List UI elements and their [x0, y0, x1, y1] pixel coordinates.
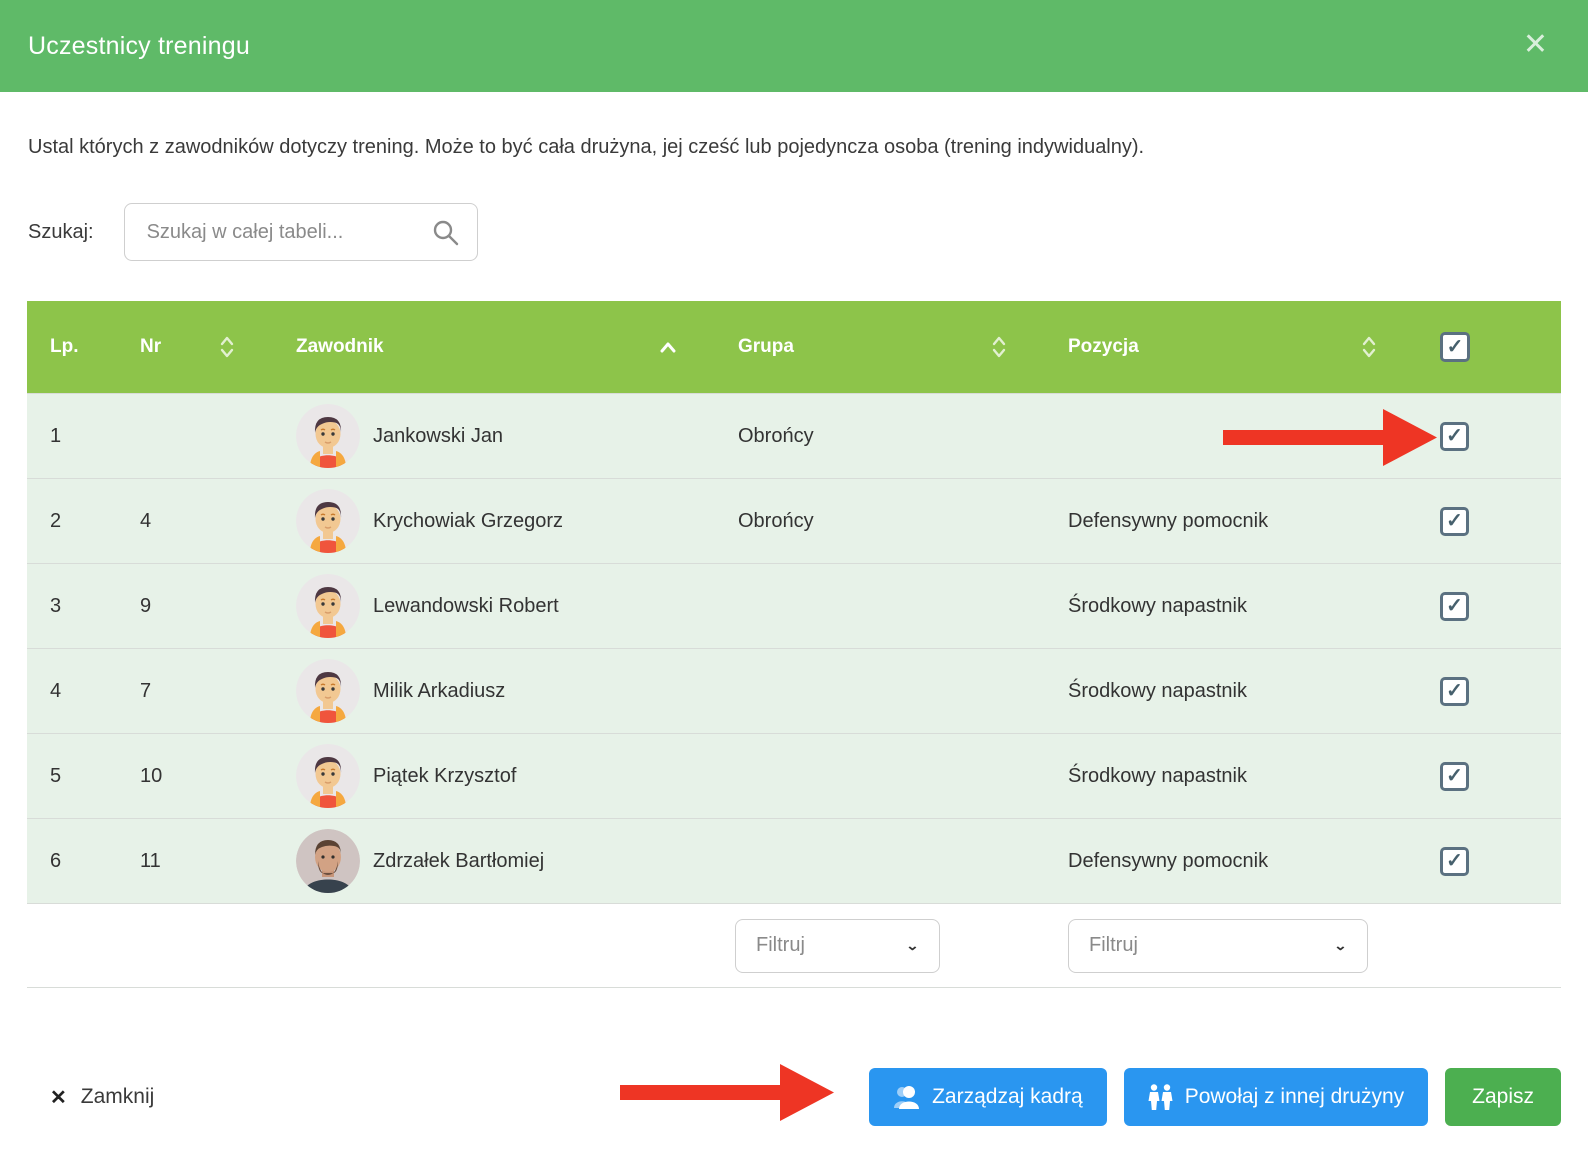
player-avatar — [296, 659, 360, 723]
table-row: 4 7 Milik Arkadiusz Środkowy napastnik — [27, 648, 1561, 733]
row-check-cell — [1410, 762, 1561, 791]
row-check-cell — [1410, 677, 1561, 706]
call-up-button[interactable]: Powołaj z innej drużyny — [1124, 1068, 1428, 1126]
row-checkbox[interactable] — [1440, 422, 1469, 451]
player-cell: Jankowski Jan — [268, 404, 710, 468]
save-label: Zapisz — [1472, 1085, 1534, 1109]
search-input[interactable] — [125, 204, 477, 260]
row-nr: 9 — [117, 595, 268, 618]
player-name: Lewandowski Robert — [373, 595, 559, 618]
table-row: 1 Jankowski Jan Obrońcy — [27, 393, 1561, 478]
row-nr: 10 — [117, 765, 268, 788]
group-filter-dropdown[interactable]: Filtruj ⌄ — [735, 919, 940, 973]
player-cell: Lewandowski Robert — [268, 574, 710, 638]
select-all-checkbox[interactable] — [1440, 332, 1470, 362]
sort-icon[interactable] — [220, 336, 268, 358]
sort-ascending-icon[interactable] — [660, 342, 710, 353]
row-check-cell — [1410, 592, 1561, 621]
table-row: 6 11 Zdrzałek Bartłomiej Defensywny pomo… — [27, 818, 1561, 903]
search-box — [124, 203, 478, 261]
player-avatar — [296, 489, 360, 553]
call-up-label: Powołaj z innej drużyny — [1185, 1085, 1404, 1109]
row-nr: 7 — [117, 680, 268, 703]
manage-squad-button[interactable]: Zarządzaj kadrą — [869, 1068, 1107, 1126]
close-icon[interactable]: ✕ — [1523, 30, 1548, 60]
search-label: Szukaj: — [28, 221, 94, 244]
player-avatar — [296, 829, 360, 893]
player-avatar — [296, 744, 360, 808]
row-position: Defensywny pomocnik — [1040, 850, 1410, 873]
team-icon — [1148, 1084, 1173, 1111]
sort-icon[interactable] — [1362, 336, 1410, 358]
table-header: Lp. Nr Zawodnik Grupa Pozycja — [27, 301, 1561, 393]
row-checkbox[interactable] — [1440, 762, 1469, 791]
row-lp: 2 — [27, 510, 117, 533]
table-row: 3 9 Lewandowski Robert Środkowy napastni… — [27, 563, 1561, 648]
row-check-cell — [1410, 507, 1561, 536]
x-icon: ✕ — [50, 1085, 67, 1110]
row-group: Obrońcy — [710, 510, 1040, 533]
row-check-cell — [1410, 422, 1561, 451]
chevron-down-icon: ⌄ — [906, 938, 919, 954]
users-icon — [893, 1084, 920, 1110]
row-lp: 3 — [27, 595, 117, 618]
row-position: Środkowy napastnik — [1040, 595, 1410, 618]
row-lp: 1 — [27, 425, 117, 448]
row-position: Defensywny pomocnik — [1040, 510, 1410, 533]
filter-row: Filtruj ⌄ Filtruj ⌄ — [27, 903, 1561, 988]
modal-header: Uczestnicy treningu ✕ — [0, 0, 1588, 92]
search-row: Szukaj: — [28, 203, 1560, 261]
save-button[interactable]: Zapisz — [1445, 1068, 1561, 1126]
row-position: Środkowy napastnik — [1040, 680, 1410, 703]
row-checkbox[interactable] — [1440, 847, 1469, 876]
row-checkbox[interactable] — [1440, 592, 1469, 621]
column-header-group[interactable]: Grupa — [710, 301, 1040, 393]
position-filter-label: Filtruj — [1089, 934, 1138, 957]
player-avatar — [296, 574, 360, 638]
player-cell: Piątek Krzysztof — [268, 744, 710, 808]
row-group: Obrońcy — [710, 425, 1040, 448]
player-cell: Zdrzałek Bartłomiej — [268, 829, 710, 893]
select-all-cell — [1410, 332, 1561, 362]
row-checkbox[interactable] — [1440, 677, 1469, 706]
row-nr: 4 — [117, 510, 268, 533]
row-checkbox[interactable] — [1440, 507, 1469, 536]
player-name: Piątek Krzysztof — [373, 765, 516, 788]
search-icon — [433, 220, 459, 251]
player-name: Krychowiak Grzegorz — [373, 510, 563, 533]
column-header-position[interactable]: Pozycja — [1040, 301, 1410, 393]
close-label: Zamknij — [81, 1085, 155, 1109]
row-position: Środkowy napastnik — [1040, 765, 1410, 788]
row-lp: 5 — [27, 765, 117, 788]
table-row: 5 10 Piątek Krzysztof Środkowy napastnik — [27, 733, 1561, 818]
participants-table: Lp. Nr Zawodnik Grupa Pozycja 1 Jankowsk… — [27, 301, 1561, 988]
row-nr: 11 — [117, 850, 268, 873]
player-cell: Milik Arkadiusz — [268, 659, 710, 723]
manage-squad-label: Zarządzaj kadrą — [932, 1085, 1083, 1109]
player-name: Zdrzałek Bartłomiej — [373, 850, 544, 873]
sort-icon[interactable] — [992, 336, 1040, 358]
modal-footer: ✕ Zamknij Zarządzaj kadrą Powołaj z inne… — [27, 1068, 1561, 1126]
close-modal-button[interactable]: ✕ Zamknij — [50, 1085, 154, 1110]
player-name: Jankowski Jan — [373, 425, 503, 448]
modal-description: Ustal których z zawodników dotyczy treni… — [28, 136, 1560, 159]
row-check-cell — [1410, 847, 1561, 876]
modal-title: Uczestnicy treningu — [28, 32, 250, 61]
player-name: Milik Arkadiusz — [373, 680, 505, 703]
column-header-nr[interactable]: Nr — [117, 301, 268, 393]
row-lp: 4 — [27, 680, 117, 703]
chevron-down-icon: ⌄ — [1334, 938, 1347, 954]
group-filter-label: Filtruj — [756, 934, 805, 957]
row-lp: 6 — [27, 850, 117, 873]
player-cell: Krychowiak Grzegorz — [268, 489, 710, 553]
position-filter-dropdown[interactable]: Filtruj ⌄ — [1068, 919, 1368, 973]
table-row: 2 4 Krychowiak Grzegorz Obrońcy Defensyw… — [27, 478, 1561, 563]
column-header-player[interactable]: Zawodnik — [268, 301, 710, 393]
player-avatar — [296, 404, 360, 468]
column-header-lp[interactable]: Lp. — [27, 301, 117, 393]
